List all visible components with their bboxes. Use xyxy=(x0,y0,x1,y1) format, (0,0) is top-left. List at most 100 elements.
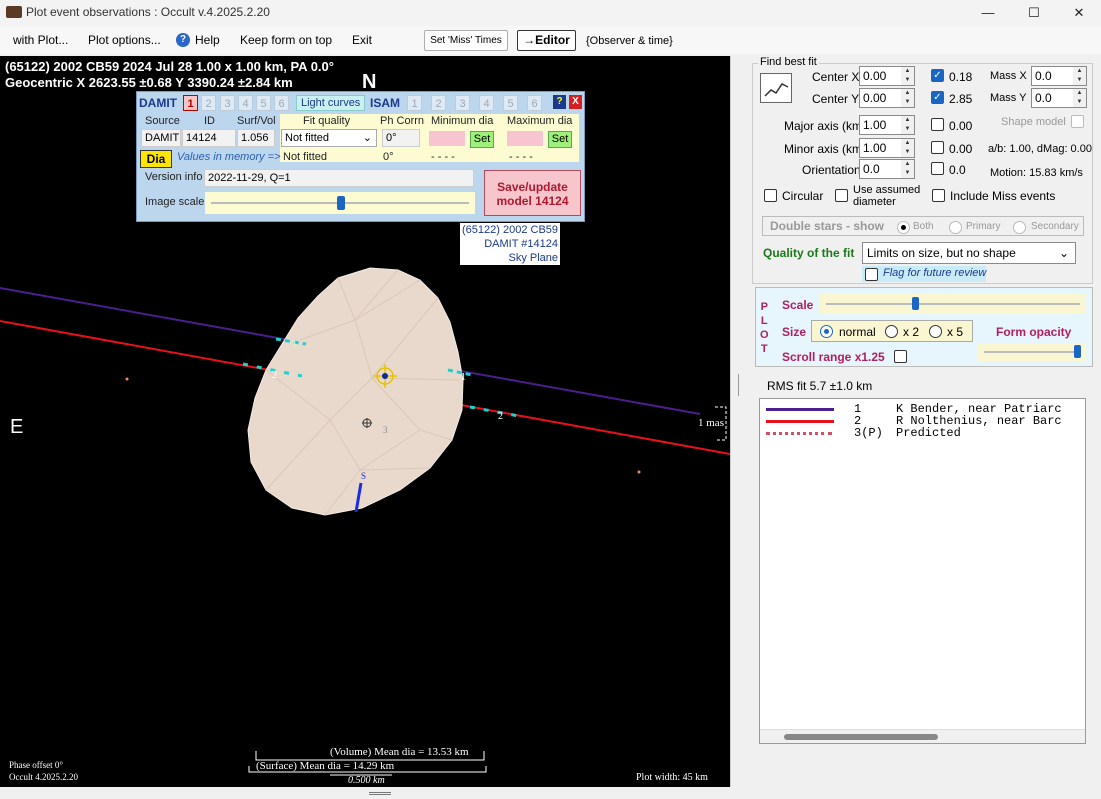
ph-corrn-field[interactable]: 0° xyxy=(382,129,420,147)
damit-model-5[interactable]: 5 xyxy=(256,95,271,111)
menu-keep-on-top[interactable]: Keep form on top xyxy=(240,33,332,47)
size-x5-radio[interactable] xyxy=(929,325,942,338)
damit-help-button[interactable]: ? xyxy=(553,95,566,109)
damit-model-4[interactable]: 4 xyxy=(238,95,253,111)
minor-axis-checkbox[interactable] xyxy=(931,141,944,154)
splitter[interactable] xyxy=(730,56,736,787)
major-axis-checkbox[interactable] xyxy=(931,118,944,131)
isam-model-5[interactable]: 5 xyxy=(503,95,518,111)
memory-min-dia: - - - - xyxy=(431,151,455,163)
form-opacity-track xyxy=(984,351,1080,353)
image-scale-thumb[interactable] xyxy=(337,196,345,210)
fit-quality-select[interactable]: Not fitted ⌄ xyxy=(281,129,377,147)
major-axis-label: Major axis (km) xyxy=(784,119,867,133)
center-x-spinner[interactable]: ▲ ▼ xyxy=(901,66,915,86)
scroll-range-label: Scroll range x1.25 xyxy=(782,350,885,364)
form-opacity-thumb[interactable] xyxy=(1074,345,1082,358)
save-btn-line2: model 14124 xyxy=(496,194,569,208)
image-scale-slider[interactable] xyxy=(205,192,475,214)
light-curves-button[interactable]: Light curves xyxy=(296,95,366,111)
damit-panel: DAMIT 1 2 3 4 5 6 Light curves ISAM 1 2 … xyxy=(136,91,585,222)
scale-slider[interactable] xyxy=(820,294,1086,314)
use-assumed-checkbox[interactable] xyxy=(835,189,848,202)
damit-model-1[interactable]: 1 xyxy=(183,95,198,111)
orientation-spinner[interactable]: ▲ ▼ xyxy=(901,159,915,179)
chart-icon xyxy=(764,83,789,97)
isam-model-6[interactable]: 6 xyxy=(527,95,542,111)
close-button[interactable]: ✕ xyxy=(1061,2,1097,24)
menu-plot-options[interactable]: Plot options... xyxy=(88,33,161,47)
size-normal-radio[interactable] xyxy=(820,325,833,338)
legend-scrollbar[interactable] xyxy=(760,729,1085,743)
dia-button[interactable]: Dia xyxy=(140,150,172,168)
object-info-line1: (65122) 2002 CB59 xyxy=(462,224,559,236)
quality-of-fit-select[interactable]: Limits on size, but no shape ⌄ xyxy=(862,242,1076,264)
memory-fit-quality: Not fitted xyxy=(283,151,328,163)
center-y-spinner[interactable]: ▲ ▼ xyxy=(901,88,915,108)
set-max-dia-button[interactable]: Set xyxy=(548,131,572,148)
find-best-fit-title: Find best fit xyxy=(758,56,819,68)
major-axis-spinner[interactable]: ▲ ▼ xyxy=(901,115,915,135)
use-assumed-line1: Use assumed xyxy=(853,184,921,196)
isam-model-2[interactable]: 2 xyxy=(431,95,446,111)
resize-grip-icon[interactable] xyxy=(369,792,391,795)
plot-header-line2: Geocentric X 2623.55 ±0.68 Y 3390.24 ±2.… xyxy=(5,75,293,90)
double-stars-both-radio[interactable] xyxy=(897,221,910,234)
damit-close-button[interactable]: X xyxy=(569,95,582,109)
legend-swatch xyxy=(766,420,834,423)
mass-x-spinner[interactable]: ▲ ▼ xyxy=(1073,66,1087,86)
isam-model-3[interactable]: 3 xyxy=(455,95,470,111)
mass-y-input[interactable]: 0.0 xyxy=(1031,88,1075,108)
menu-exit[interactable]: Exit xyxy=(352,33,372,47)
scale-thumb[interactable] xyxy=(911,297,919,310)
orientation-label: Orientation xyxy=(802,163,861,177)
min-dia-field[interactable] xyxy=(429,131,465,146)
damit-model-3[interactable]: 3 xyxy=(220,95,235,111)
surfvol-field: 1.056 xyxy=(237,129,275,147)
mas-label: 1 mas xyxy=(698,417,724,429)
max-dia-field[interactable] xyxy=(507,131,543,146)
menu-with-plot[interactable]: with Plot... xyxy=(13,33,68,47)
center-target-dot xyxy=(382,373,388,379)
chord-2-label-right: 2 xyxy=(498,411,503,422)
mass-y-spinner[interactable]: ▲ ▼ xyxy=(1073,88,1087,108)
best-fit-button[interactable] xyxy=(760,73,792,103)
scroll-range-checkbox[interactable] xyxy=(894,350,907,363)
double-stars-secondary-radio[interactable] xyxy=(1013,221,1026,234)
image-scale-label: Image scale xyxy=(145,196,205,208)
asteroid-shape xyxy=(247,267,464,516)
observer-time-label[interactable]: {Observer & time} xyxy=(586,35,673,47)
set-min-dia-button[interactable]: Set xyxy=(470,131,494,148)
status-strip xyxy=(0,787,1101,799)
scale-track xyxy=(826,303,1080,305)
center-y-checkbox[interactable]: ✓ xyxy=(931,91,944,104)
mass-x-input[interactable]: 0.0 xyxy=(1031,66,1075,86)
legend-scrollbar-thumb[interactable] xyxy=(784,734,938,740)
isam-model-1[interactable]: 1 xyxy=(407,95,422,111)
shape-model-checkbox[interactable] xyxy=(1071,115,1084,128)
damit-model-2[interactable]: 2 xyxy=(201,95,216,111)
size-x2-label: x 2 xyxy=(903,325,920,339)
chord-1-label-right: 1 xyxy=(461,372,466,383)
flag-review-checkbox[interactable] xyxy=(865,268,878,281)
size-x2-radio[interactable] xyxy=(885,325,898,338)
set-miss-times-button[interactable]: Set 'Miss' Times xyxy=(424,30,508,51)
damit-model-6[interactable]: 6 xyxy=(274,95,289,111)
editor-button[interactable]: →Editor xyxy=(517,30,576,51)
menu-help[interactable]: Help xyxy=(195,33,220,47)
minimize-button[interactable]: — xyxy=(970,2,1006,24)
maximize-button[interactable]: ☐ xyxy=(1016,2,1052,24)
center-x-checkbox[interactable]: ✓ xyxy=(931,69,944,82)
minor-axis-spinner[interactable]: ▲ ▼ xyxy=(901,138,915,158)
include-miss-checkbox[interactable] xyxy=(932,189,945,202)
orientation-checkbox[interactable] xyxy=(931,162,944,175)
col-min-dia: Minimum dia xyxy=(431,115,494,127)
form-opacity-slider[interactable] xyxy=(978,343,1086,361)
save-update-model-button[interactable]: Save/update model 14124 xyxy=(484,170,581,216)
circular-checkbox[interactable] xyxy=(764,189,777,202)
double-stars-primary-radio[interactable] xyxy=(949,221,962,234)
help-icon[interactable]: ? xyxy=(176,33,190,47)
plot-width-label: Plot width: 45 km xyxy=(636,772,708,783)
double-stars-secondary-label: Secondary xyxy=(1031,221,1079,232)
isam-model-4[interactable]: 4 xyxy=(479,95,494,111)
